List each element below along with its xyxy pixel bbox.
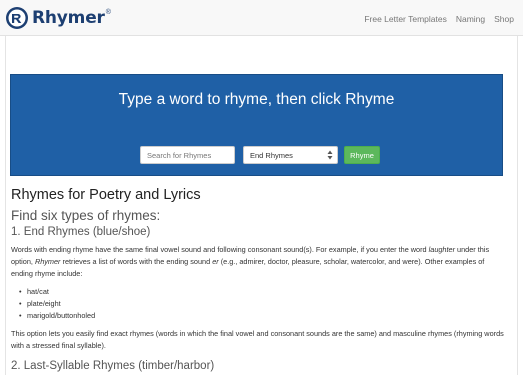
nav-link-naming[interactable]: Naming xyxy=(456,14,485,24)
rhymer-name: Rhymer xyxy=(34,256,61,266)
rhyme-type-selected-value: End Rhymes xyxy=(250,151,293,160)
article-content: Rhymes for Poetry and Lyrics Find six ty… xyxy=(11,188,507,375)
example-word-laughter: laughter xyxy=(428,244,456,254)
section-subheading: Find six types of rhymes: xyxy=(11,207,161,223)
nav-link-free-letter-templates[interactable]: Free Letter Templates xyxy=(364,14,447,24)
brand-logo[interactable]: Rhymer ® xyxy=(5,6,111,30)
search-input[interactable] xyxy=(140,146,235,164)
nav-link-shop[interactable]: Shop xyxy=(494,14,514,24)
registered-mark: ® xyxy=(105,8,111,16)
page-title: Rhymes for Poetry and Lyrics xyxy=(11,187,201,203)
section-title-last-syllable-rhymes: 2. Last-Syllable Rhymes (timber/harbor) xyxy=(11,359,215,372)
text-segment: retrieves a list of words with the endin… xyxy=(60,256,213,266)
top-navbar: Rhymer ® Free Letter Templates Naming Sh… xyxy=(0,0,523,36)
end-rhymes-note: This option lets you easily find exact r… xyxy=(11,328,504,350)
end-rhyme-examples: hat/cat plate/eight marigold/buttonholed xyxy=(19,286,507,322)
list-item: plate/eight xyxy=(19,298,507,310)
rhyme-button[interactable]: Rhyme xyxy=(344,146,380,164)
rhymer-logo-icon xyxy=(6,7,28,29)
chevron-updown-icon xyxy=(327,150,333,162)
list-item: marigold/buttonholed xyxy=(19,310,507,322)
section-title-end-rhymes: 1. End Rhymes (blue/shoe) xyxy=(11,226,151,238)
hero-title: Type a word to rhyme, then click Rhyme xyxy=(118,91,395,108)
text-segment: Words with ending rhyme have the same fi… xyxy=(11,244,429,254)
brand-name: Rhymer xyxy=(32,8,105,28)
search-hero: Type a word to rhyme, then click Rhyme E… xyxy=(10,74,503,176)
list-item: hat/cat xyxy=(19,286,507,298)
rhyme-type-select[interactable]: End Rhymes xyxy=(243,146,338,164)
nav-links: Free Letter Templates Naming Shop xyxy=(355,14,514,24)
end-rhymes-description: Words with ending rhyme have the same fi… xyxy=(11,244,507,280)
